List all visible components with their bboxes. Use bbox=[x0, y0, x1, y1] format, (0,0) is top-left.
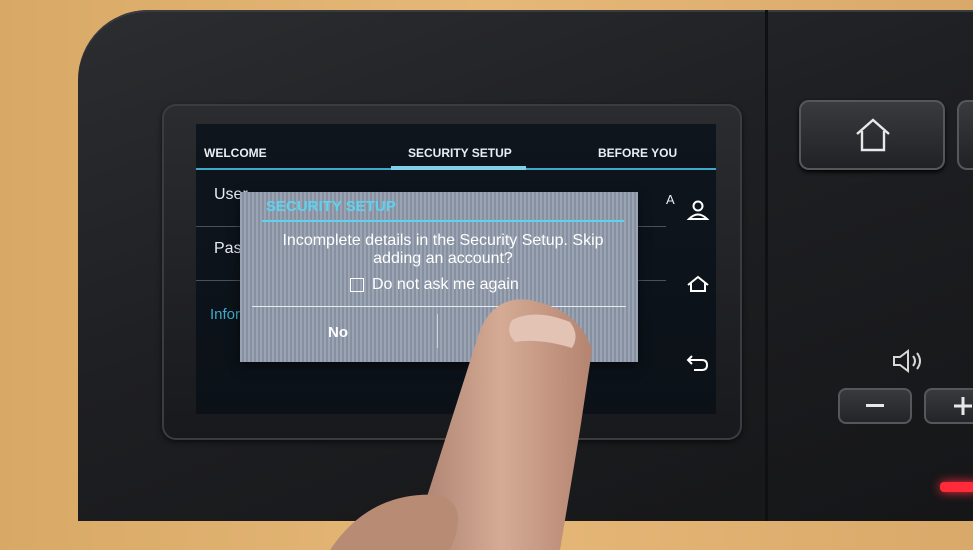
finger bbox=[330, 299, 592, 550]
tab-bar: WELCOME SECURITY SETUP BEFORE YOU bbox=[196, 124, 716, 172]
volume-up-button[interactable] bbox=[924, 388, 973, 424]
status-led bbox=[940, 482, 973, 492]
minus-icon bbox=[866, 404, 884, 407]
hardware-home-button[interactable] bbox=[799, 100, 945, 170]
speaker-icon bbox=[893, 349, 921, 373]
tab-before-you[interactable]: BEFORE YOU bbox=[598, 146, 677, 160]
info-link[interactable]: Infor bbox=[210, 306, 240, 323]
dialog-title: SECURITY SETUP bbox=[266, 198, 396, 215]
dialog-title-underline bbox=[262, 220, 624, 222]
panel-divider bbox=[765, 10, 768, 521]
user-icon[interactable] bbox=[684, 198, 712, 222]
back-icon[interactable] bbox=[684, 350, 712, 374]
home-icon bbox=[856, 118, 890, 152]
hardware-button-partial[interactable] bbox=[957, 100, 973, 170]
home-icon[interactable] bbox=[684, 272, 712, 296]
tab-security-setup[interactable]: SECURITY SETUP bbox=[408, 146, 512, 160]
plus-icon bbox=[954, 397, 972, 415]
tab-welcome[interactable]: WELCOME bbox=[204, 146, 267, 160]
dialog-message: Incomplete details in the Security Setup… bbox=[282, 232, 604, 267]
tab-active-indicator bbox=[391, 166, 526, 170]
field-value-letter: A bbox=[666, 192, 675, 207]
volume-down-button[interactable] bbox=[838, 388, 912, 424]
